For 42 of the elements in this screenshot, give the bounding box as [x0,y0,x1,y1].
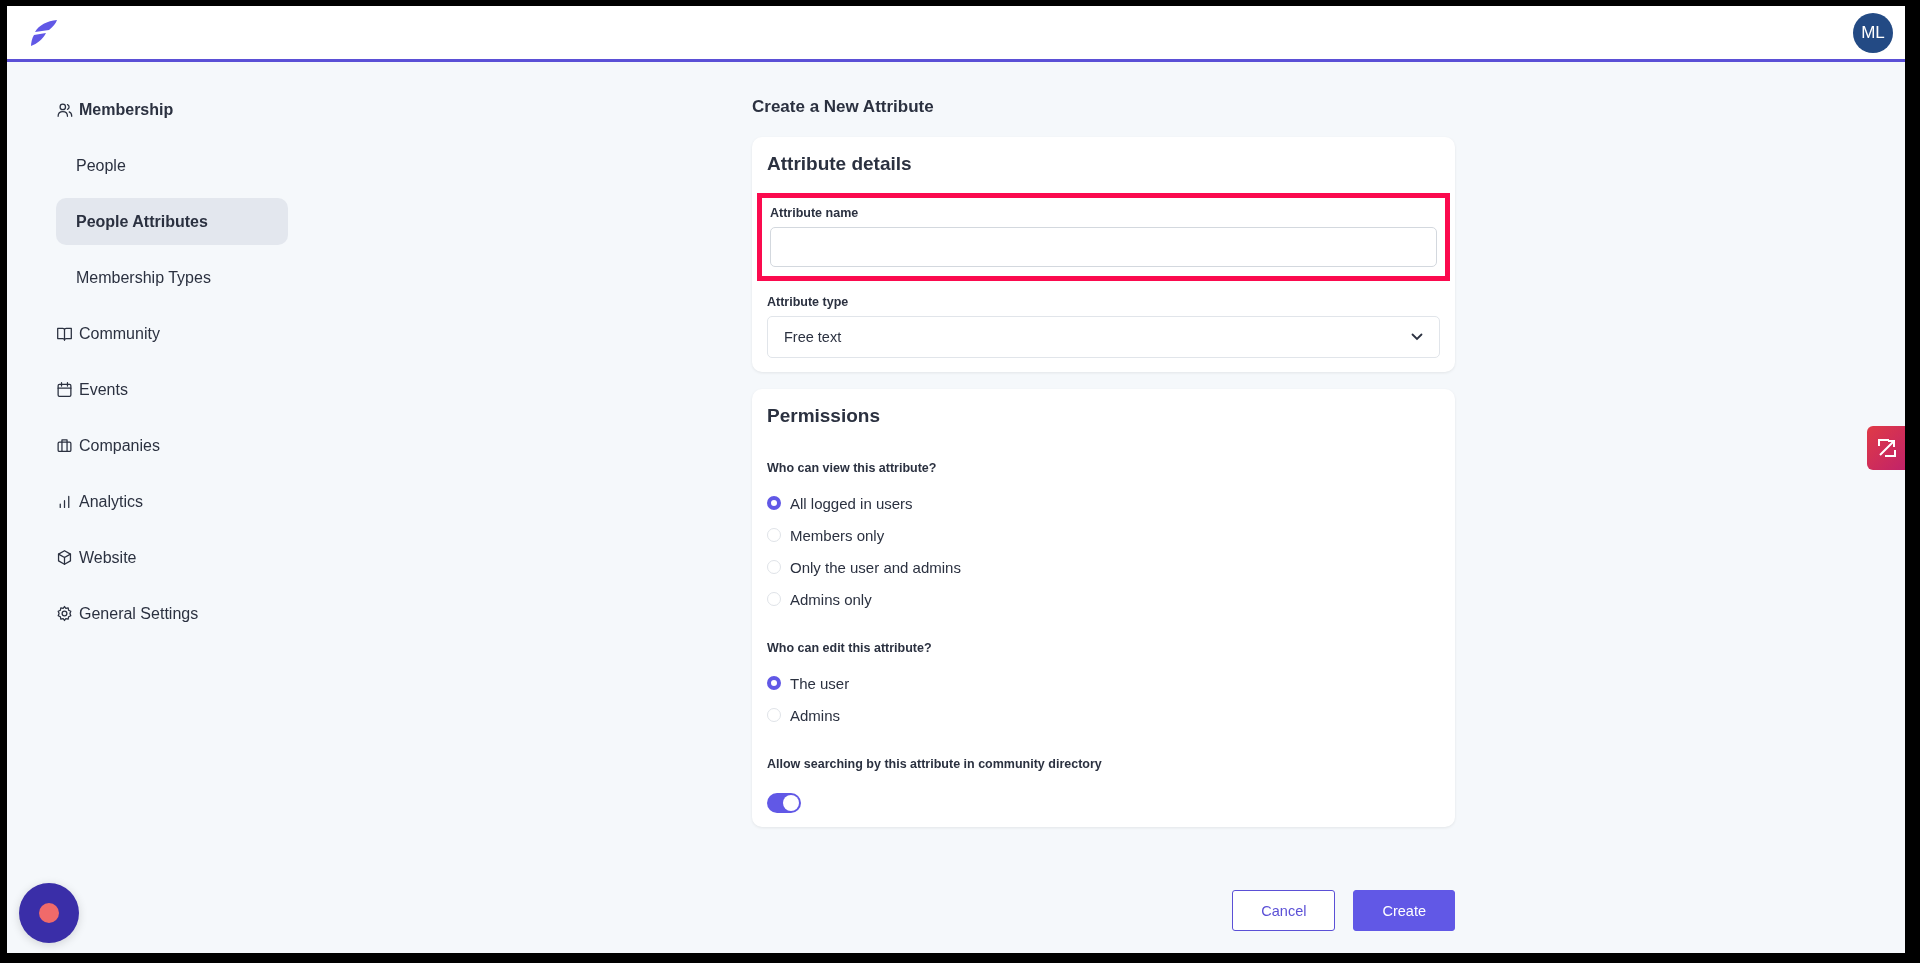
sidebar-item[interactable]: Membership Types [56,254,288,301]
create-button[interactable]: Create [1353,890,1455,931]
card-title: Attribute details [767,153,913,175]
sidebar-item[interactable]: Website [56,534,288,581]
attribute-name-input[interactable] [770,227,1437,267]
cube-icon [56,549,73,566]
radio-option[interactable]: Members only [767,519,1440,551]
sidebar-item[interactable]: Community [56,310,288,357]
book-icon [56,325,73,342]
side-widget-button[interactable] [1867,426,1905,470]
question-label: Who can edit this attribute? [767,641,933,655]
chat-launcher-button[interactable] [19,883,79,943]
radio-option[interactable]: The user [767,667,1440,699]
radio-icon[interactable] [767,496,781,510]
question-label: Who can view this attribute? [767,461,938,475]
card-title: Permissions [767,405,881,427]
toggle-switch[interactable] [767,793,801,813]
question-label: Allow searching by this attribute in community directory [767,757,1103,771]
field-label: Attribute name [770,206,860,220]
user-avatar[interactable]: ML [1853,12,1893,53]
attribute-type-select[interactable]: Free text [767,316,1440,358]
sidebar-item[interactable]: People [56,142,288,189]
radio-option[interactable]: Admins only [767,583,1440,615]
radio-icon[interactable] [767,676,781,690]
field-label: Attribute type [767,295,850,309]
radio-option[interactable]: All logged in users [767,487,1440,519]
expand-arrow-icon [1876,437,1898,459]
calendar-icon [56,381,73,398]
sidebar-item[interactable]: Events [56,366,288,413]
chevron-down-icon [1411,333,1423,341]
sidebar-item[interactable]: General Settings [56,590,288,637]
people-icon [56,101,73,118]
briefcase-icon [56,437,73,454]
radio-option[interactable]: Admins [767,699,1440,731]
radio-option[interactable]: Only the user and admins [767,551,1440,583]
sidebar-item[interactable]: Analytics [56,478,288,525]
sidebar-item[interactable]: People Attributes [56,198,288,245]
sidebar-item[interactable]: Membership [56,86,288,133]
cancel-button[interactable]: Cancel [1232,890,1336,931]
gear-icon [56,605,73,622]
page-title: Create a New Attribute [752,97,935,117]
sidebar-item[interactable]: Companies [56,422,288,469]
